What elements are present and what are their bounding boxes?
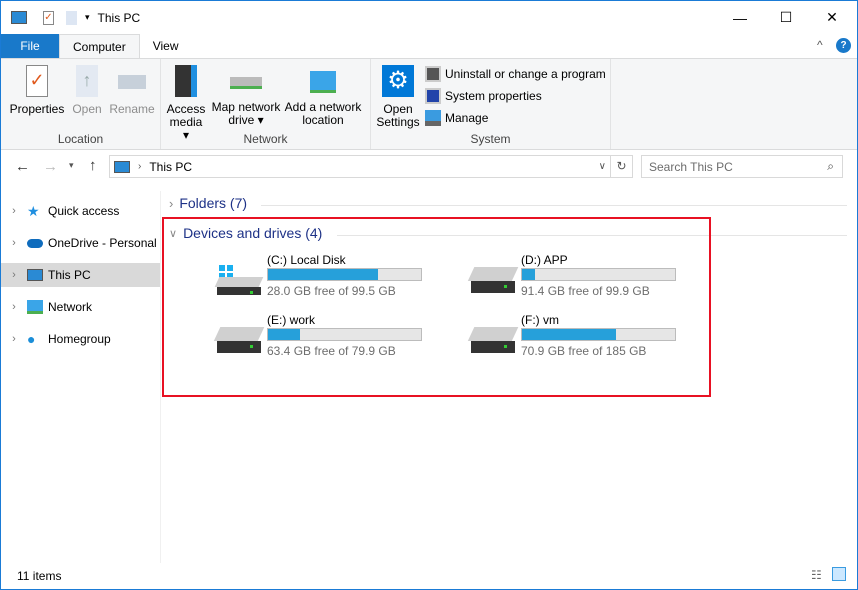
manage-button[interactable]: Manage	[425, 110, 488, 126]
group-network: Access media ▾ Map network drive ▾ Add a…	[161, 59, 371, 149]
rename-button[interactable]: Rename	[107, 63, 157, 116]
customize-dropdown-icon[interactable]: ▾	[85, 12, 90, 23]
chevron-right-icon[interactable]: ›	[1, 205, 27, 217]
properties-button[interactable]: ✓ Properties	[9, 63, 65, 116]
chevron-right-icon[interactable]: ›	[1, 269, 27, 281]
network-icon	[27, 300, 43, 314]
refresh-button[interactable]: ↻	[611, 155, 633, 178]
properties-icon: ✓	[26, 65, 48, 97]
properties-quick-icon[interactable]: ✓	[43, 10, 54, 25]
add-network-location-button[interactable]: Add a network location	[283, 63, 363, 127]
access-media-button[interactable]: Access media ▾	[165, 63, 207, 142]
manage-icon	[425, 110, 441, 126]
map-network-drive-button[interactable]: Map network drive ▾	[209, 63, 283, 127]
settings-gear-icon: ⚙	[382, 65, 414, 97]
recent-locations-icon[interactable]: ▾	[69, 160, 74, 171]
new-folder-quick-icon[interactable]	[66, 10, 77, 25]
system-properties-button[interactable]: System properties	[425, 88, 542, 104]
cloud-icon	[27, 238, 43, 248]
computer-icon	[11, 11, 27, 24]
chevron-right-icon[interactable]: ›	[1, 333, 27, 345]
homegroup-icon: ●	[27, 331, 36, 347]
tab-view[interactable]: View	[140, 34, 192, 58]
up-button[interactable]: ↑	[89, 157, 97, 174]
details-view-icon[interactable]: ☷	[811, 568, 822, 582]
group-location: ✓ Properties ↑ Open Rename Location	[1, 59, 161, 149]
nav-this-pc[interactable]: › This PC	[1, 263, 160, 287]
star-icon: ★	[27, 203, 40, 219]
system-properties-icon	[425, 88, 441, 104]
back-button[interactable]: ←	[15, 158, 30, 175]
nav-homegroup[interactable]: › ● Homegroup	[1, 327, 160, 351]
chevron-right-icon[interactable]: ›	[1, 301, 27, 313]
group-label: Network	[243, 132, 288, 146]
ribbon-tabs: File Computer View ^ ?	[1, 34, 857, 58]
minimize-button[interactable]: —	[717, 1, 763, 34]
divider	[261, 205, 847, 206]
address-dropdown-icon[interactable]: ∨	[599, 161, 606, 172]
breadcrumb-chevron-icon[interactable]: ›	[138, 161, 141, 172]
rename-icon	[118, 75, 146, 89]
navigation-pane: › ★ Quick access › OneDrive - Personal › Thi…	[1, 191, 161, 563]
forward-button[interactable]: →	[43, 158, 58, 175]
computer-icon	[27, 269, 43, 281]
group-label: System	[470, 132, 511, 146]
open-icon: ↑	[76, 65, 98, 97]
chevron-right-icon: ›	[169, 195, 174, 211]
collapse-ribbon-icon[interactable]: ^	[817, 38, 823, 52]
title-bar: ✓ ▾ This PC — ☐ ✕	[1, 1, 857, 34]
folders-header[interactable]: › Folders (7)	[169, 195, 247, 211]
open-button[interactable]: ↑ Open	[67, 63, 107, 116]
status-item-count: 11 items	[17, 569, 62, 583]
breadcrumb-this-pc[interactable]: This PC	[149, 160, 192, 174]
uninstall-icon	[425, 66, 441, 82]
nav-quick-access[interactable]: › ★ Quick access	[1, 199, 160, 223]
uninstall-program-button[interactable]: Uninstall or change a program	[425, 66, 606, 82]
media-icon	[175, 65, 197, 97]
network-drive-icon	[230, 77, 262, 89]
nav-network[interactable]: › Network	[1, 295, 160, 319]
tab-computer[interactable]: Computer	[59, 34, 140, 58]
group-label: Location	[57, 132, 104, 146]
large-icons-view-icon[interactable]	[832, 567, 846, 581]
window-title: This PC	[97, 10, 141, 25]
search-input[interactable]: Search This PC ⌕	[641, 155, 843, 178]
close-button[interactable]: ✕	[809, 1, 855, 34]
address-bar[interactable]: › This PC ∨	[109, 155, 611, 178]
tab-file[interactable]: File	[1, 34, 59, 58]
help-icon[interactable]: ?	[836, 38, 851, 53]
search-icon: ⌕	[827, 159, 834, 173]
ribbon: ✓ Properties ↑ Open Rename Location Acce…	[1, 58, 857, 150]
maximize-button[interactable]: ☐	[763, 1, 809, 34]
open-settings-button[interactable]: ⚙ Open Settings	[375, 63, 421, 129]
nav-onedrive[interactable]: › OneDrive - Personal	[1, 231, 160, 255]
highlight-box	[162, 217, 711, 397]
network-location-icon	[310, 71, 336, 93]
chevron-right-icon[interactable]: ›	[1, 237, 27, 249]
computer-icon	[114, 160, 130, 173]
